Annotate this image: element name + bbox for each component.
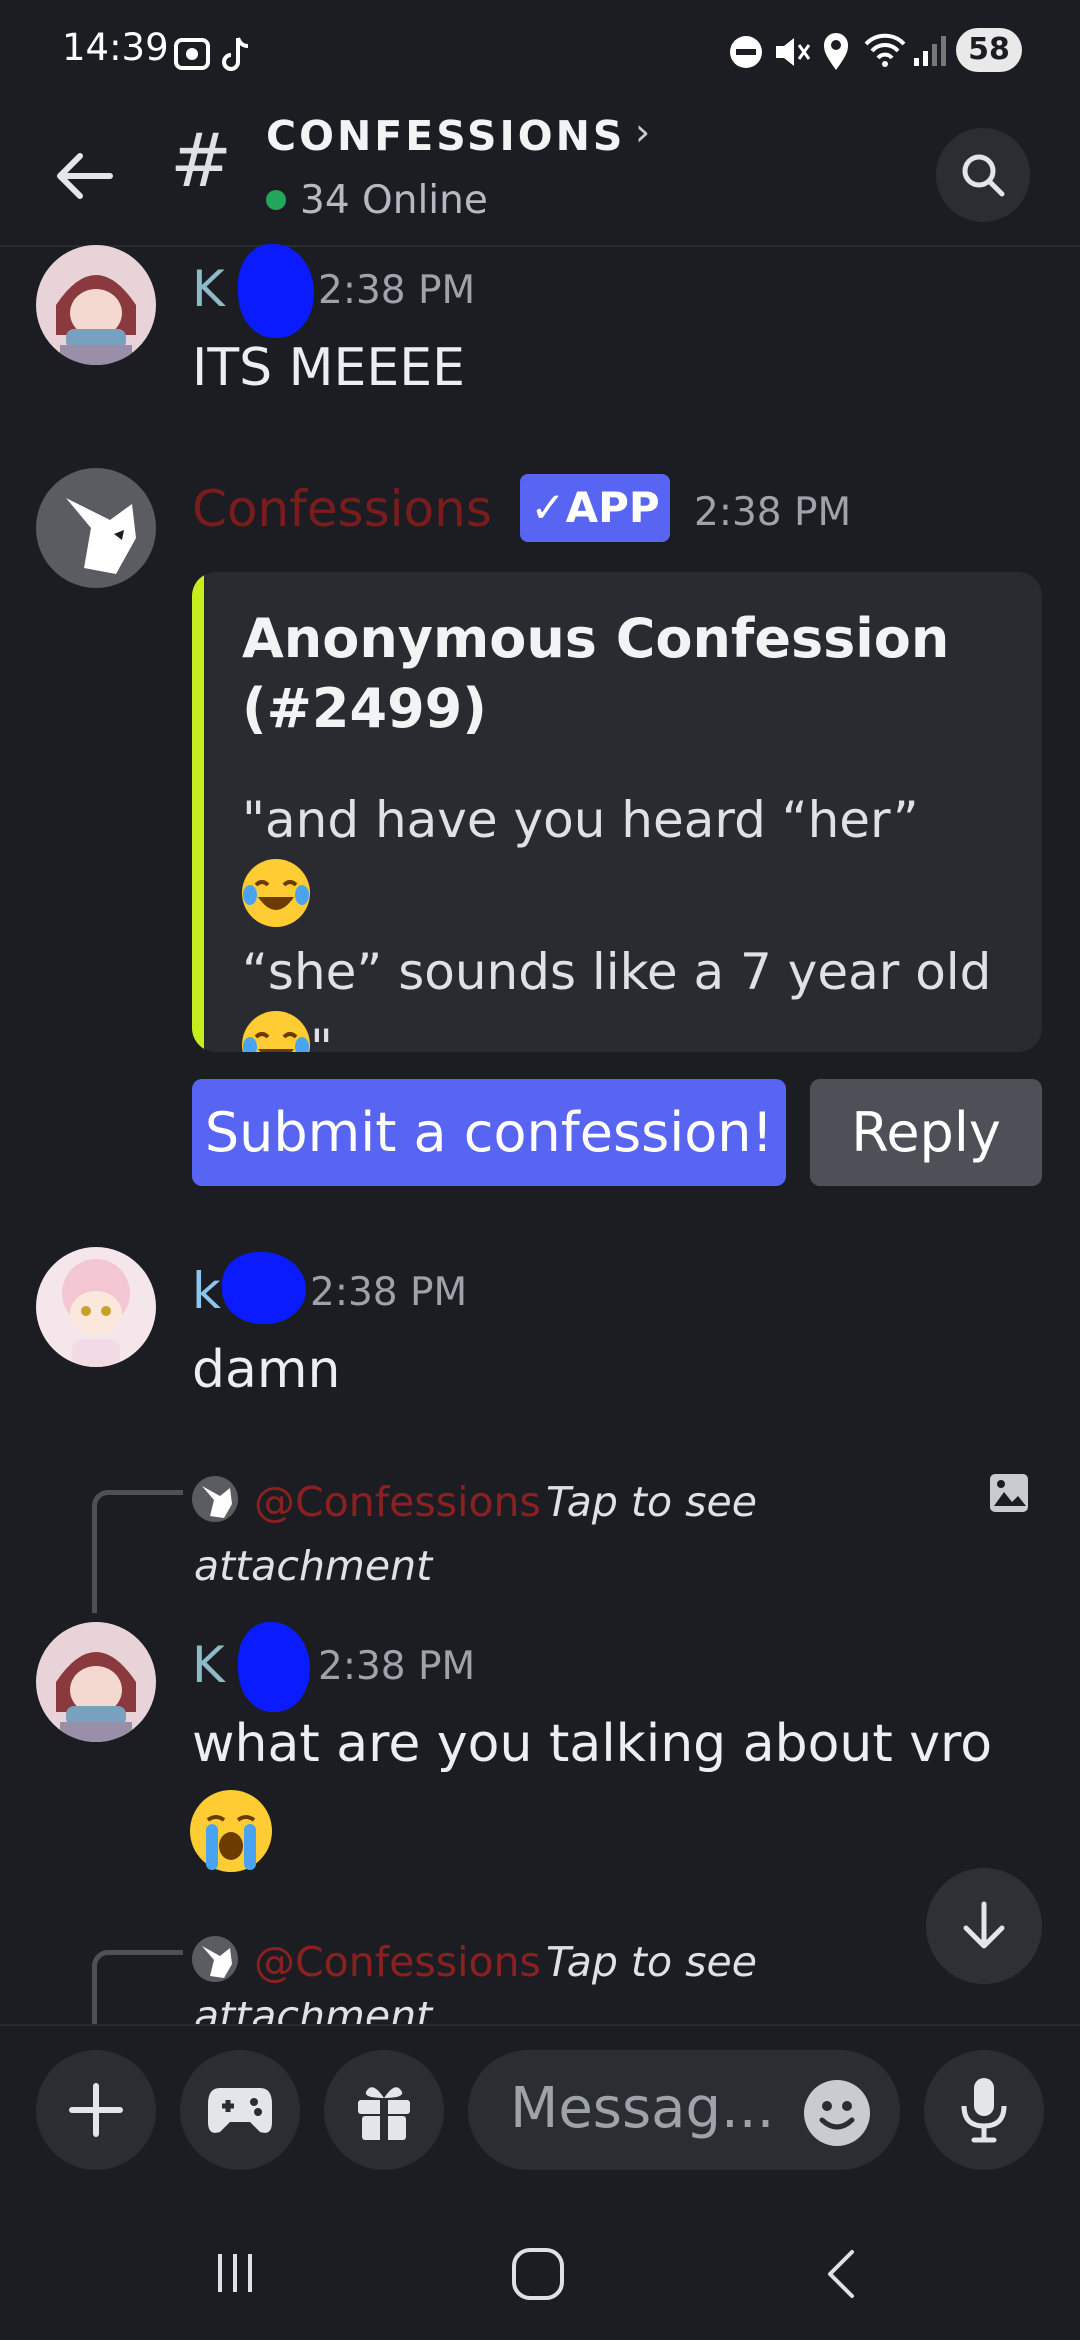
microphone-icon (961, 2078, 1007, 2143)
jump-to-latest-button[interactable] (926, 1868, 1042, 1984)
embed-line-1: "and have you heard “her” (242, 791, 919, 849)
signal-icon (914, 36, 946, 66)
add-button[interactable] (36, 2050, 156, 2170)
wifi-icon (864, 33, 906, 67)
avatar[interactable] (36, 1247, 156, 1367)
fox-avatar-image (36, 468, 156, 588)
status-time: 14:39 (62, 26, 169, 69)
screen-record-icon (174, 38, 210, 70)
anime-avatar-image (36, 245, 156, 365)
reply-text: Tap to see (546, 1478, 757, 1526)
mute-icon (776, 38, 811, 66)
laughing-tears-emoji-icon (242, 1011, 310, 1052)
reply-mention[interactable]: @Confessions (254, 1478, 541, 1526)
reply-text-continued: attachment (194, 2002, 432, 2024)
embed-description: "and have you heard “her” “she” sounds l… (242, 782, 1002, 1052)
avatar[interactable] (36, 245, 156, 365)
message-time: 2:38 PM (310, 1270, 468, 1315)
embed-line-2: “she” sounds like a 7 year old (242, 943, 992, 1001)
message-time: 2:38 PM (694, 490, 852, 535)
hash-icon: # (170, 118, 233, 204)
online-count: 34 Online (300, 178, 488, 223)
crying-emoji-icon (190, 1790, 272, 1872)
reply-text-continued: attachment (194, 1542, 433, 1590)
message-author[interactable]: Confessions (192, 480, 492, 538)
redaction-scribble (238, 244, 314, 338)
chevron-right-icon[interactable]: › (635, 110, 650, 154)
avatar[interactable] (36, 1622, 156, 1742)
message-text: what are you talking about vro (192, 1714, 993, 1774)
channel-name[interactable]: CONFESSIONS (266, 112, 625, 160)
image-icon[interactable] (988, 1472, 1030, 1514)
arrow-down-icon (963, 1901, 1005, 1949)
reply-avatar (192, 1936, 238, 1982)
message-author[interactable]: K (192, 260, 225, 318)
recent-apps-icon[interactable] (210, 2248, 260, 2298)
message-time: 2:38 PM (318, 268, 476, 313)
message-input-placeholder: Messag... (510, 2076, 775, 2141)
reply-avatar (192, 1476, 238, 1522)
dnd-icon (730, 36, 762, 68)
message-time: 2:38 PM (318, 1644, 476, 1689)
avatar[interactable] (36, 468, 156, 588)
system-nav-bar (0, 2224, 1080, 2340)
reply-text: Tap to see (546, 1938, 757, 1986)
search-button[interactable] (936, 128, 1030, 222)
anime-avatar-image (36, 1247, 156, 1367)
search-icon (962, 154, 1005, 197)
message-text: ITS MEEEE (192, 338, 465, 398)
reply-preview[interactable]: @Confessions Tap to see (254, 1478, 757, 1526)
reply-mention[interactable]: @Confessions (254, 1938, 541, 1986)
redaction-scribble (238, 1622, 310, 1712)
clipped-reply-text-area: attachment (0, 2002, 1080, 2024)
tiktok-icon (222, 37, 249, 71)
laughing-tears-emoji-icon (242, 859, 310, 927)
reply-preview[interactable]: @Confessions Tap to see (254, 1938, 757, 1986)
embed-title: Anonymous Confession (#2499) (242, 607, 950, 740)
embed-accent-bar (192, 572, 204, 1052)
online-dot (266, 190, 286, 210)
emoji-icon[interactable] (804, 2080, 870, 2146)
activities-button[interactable] (180, 2050, 300, 2170)
battery-indicator: 58 (956, 28, 1022, 72)
message-text: damn (192, 1340, 341, 1400)
plus-icon (69, 2083, 123, 2137)
redaction-scribble (222, 1252, 306, 1324)
anime-avatar-image (36, 1622, 156, 1742)
status-bar: 14:39 58 (0, 0, 1080, 110)
home-icon[interactable] (510, 2246, 566, 2302)
reply-button[interactable]: Reply (810, 1079, 1042, 1186)
location-icon (824, 33, 848, 70)
app-badge: ✓APP (520, 474, 670, 542)
reply-connector (92, 1490, 183, 1613)
voice-message-button[interactable] (924, 2050, 1044, 2170)
submit-confession-button[interactable]: Submit a confession! (192, 1079, 786, 1186)
confession-embed: Anonymous Confession (#2499) "and have y… (192, 572, 1042, 1052)
gamepad-icon (208, 2088, 272, 2133)
check-icon: ✓ (530, 483, 566, 532)
message-author[interactable]: k (192, 1262, 221, 1320)
gift-icon (358, 2087, 410, 2140)
message-author[interactable]: K (192, 1636, 225, 1694)
embed-line-3-suffix: " (310, 1019, 333, 1052)
gift-button[interactable] (324, 2050, 444, 2170)
back-arrow-icon[interactable] (50, 140, 122, 212)
system-back-icon[interactable] (818, 2246, 862, 2302)
app-badge-label: APP (565, 483, 660, 532)
